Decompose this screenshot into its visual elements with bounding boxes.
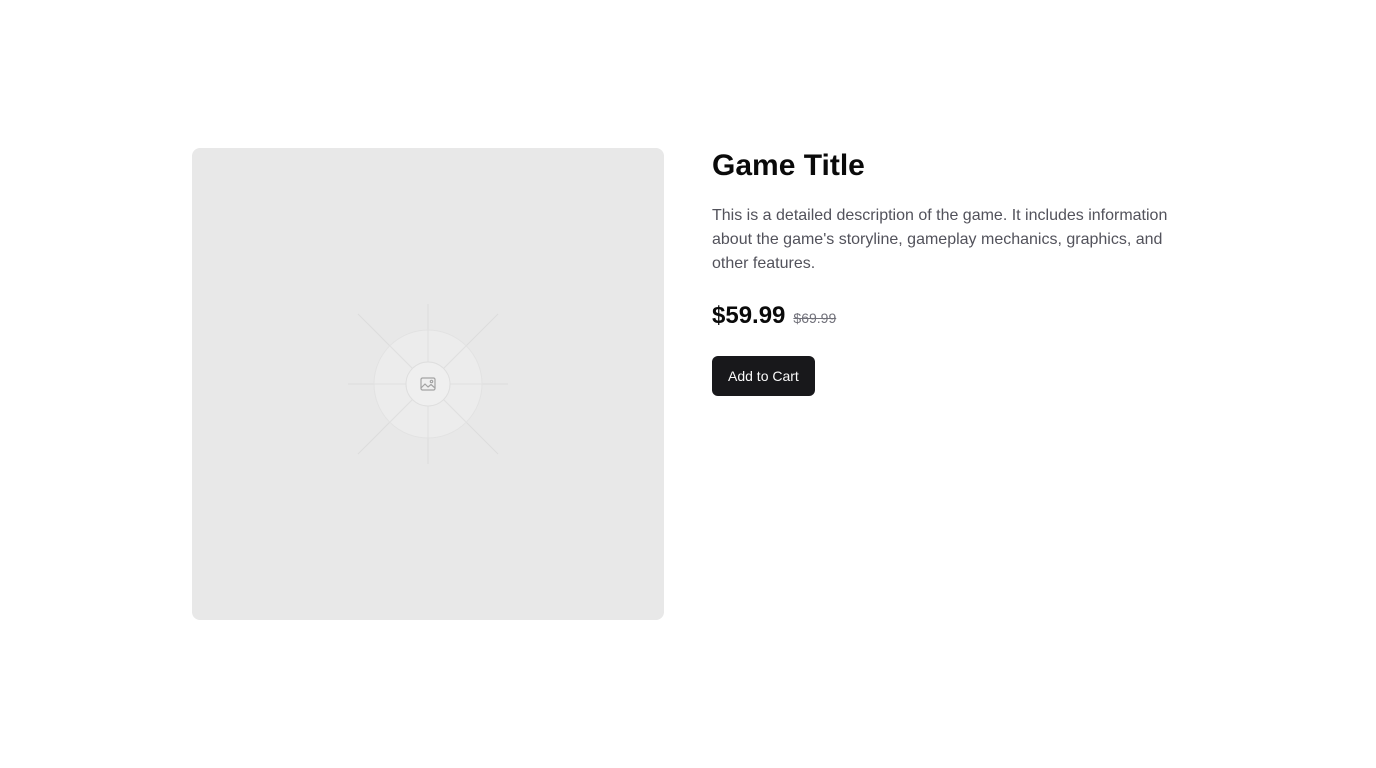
image-placeholder-icon — [348, 304, 508, 464]
product-image — [192, 148, 664, 620]
product-page: Game Title This is a detailed descriptio… — [0, 0, 1376, 768]
original-price: $69.99 — [793, 310, 837, 326]
product-description: This is a detailed description of the ga… — [712, 207, 1168, 272]
product-title: Game Title — [712, 149, 865, 182]
add-to-cart-button[interactable]: Add to Cart — [712, 356, 815, 396]
product-details: Game Title This is a detailed descriptio… — [712, 148, 1192, 620]
current-price: $59.99 — [712, 302, 786, 329]
product-detail: Game Title This is a detailed descriptio… — [192, 148, 1192, 620]
price-row: $59.99 $69.99 — [712, 300, 1192, 332]
